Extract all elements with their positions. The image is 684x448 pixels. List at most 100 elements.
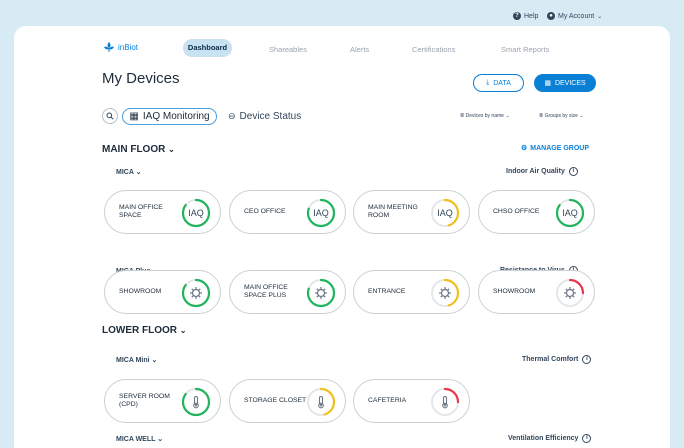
- device-name: SHOWROOM: [119, 288, 162, 296]
- gauge-label: IAQ: [562, 208, 578, 218]
- thermometer-icon: [180, 386, 212, 418]
- status-gauge: [429, 386, 461, 418]
- device-card[interactable]: MAIN MEETING ROOM IAQ: [353, 190, 470, 234]
- leaf-icon: [104, 42, 114, 52]
- tab-certifications[interactable]: Certifications: [412, 45, 455, 54]
- search-button[interactable]: [102, 108, 118, 124]
- account-label: My Account: [558, 12, 595, 20]
- sort-by-size[interactable]: ≣ Groups by size ⌄: [539, 113, 584, 119]
- virus-icon: [554, 277, 586, 309]
- status-gauge: IAQ: [180, 197, 212, 229]
- indicator-text: Thermal Comfort: [522, 356, 579, 363]
- manage-group-button[interactable]: ⚙ MANAGE GROUP: [521, 144, 590, 153]
- indicator-text: Indoor Air Quality: [506, 168, 565, 175]
- chevron-down-icon: ⌄: [597, 13, 603, 20]
- device-name: MAIN MEETING ROOM: [368, 204, 418, 219]
- gear-icon: ⚙: [521, 145, 528, 152]
- chevron-down-icon: ⌄: [168, 145, 175, 154]
- iaq-tab-label: IAQ Monitoring: [142, 111, 210, 122]
- main-panel: inBiot Dashboard Shareables Alerts Certi…: [14, 26, 670, 448]
- device-card[interactable]: MAIN OFFICE SPACE IAQ: [104, 190, 221, 234]
- device-name: CEO OFFICE: [244, 208, 286, 216]
- gauge-label: IAQ: [437, 208, 453, 218]
- inbiot-logo[interactable]: inBiot: [103, 41, 138, 53]
- device-card[interactable]: CEO OFFICE IAQ: [229, 190, 346, 234]
- sort-by-name[interactable]: ≣ Devices by name ⌄: [460, 113, 510, 119]
- device-card[interactable]: SERVER ROOM (CPD): [104, 379, 221, 423]
- status-gauge: IAQ: [554, 197, 586, 229]
- indicator-text: Ventilation Efficiency: [508, 435, 579, 442]
- tab-iaq-monitoring[interactable]: ▦ IAQ Monitoring: [122, 108, 217, 125]
- chevron-down-icon: ⌄: [179, 326, 187, 335]
- tab-alerts[interactable]: Alerts: [350, 45, 369, 54]
- device-card[interactable]: ENTRANCE: [353, 270, 470, 314]
- account-menu[interactable]: ● My Account ⌄: [547, 12, 602, 20]
- user-icon: ●: [547, 12, 555, 20]
- info-icon[interactable]: i: [568, 167, 578, 176]
- download-icon: ⤓: [486, 79, 490, 86]
- devices-button[interactable]: ▦ DEVICES: [534, 74, 596, 92]
- status-gauge: [554, 277, 586, 309]
- device-card[interactable]: CHSO OFFICE IAQ: [478, 190, 595, 234]
- tab-dashboard[interactable]: Dashboard: [183, 39, 232, 57]
- device-name: CHSO OFFICE: [493, 208, 540, 216]
- status-icon: ⊖: [228, 111, 236, 121]
- gauge-label: IAQ: [313, 208, 329, 218]
- tab-device-status[interactable]: ⊖ Device Status: [228, 109, 301, 124]
- virus-icon: [429, 277, 461, 309]
- status-gauge: [180, 386, 212, 418]
- thermometer-icon: [429, 386, 461, 418]
- group-main-floor[interactable]: MAIN FLOOR ⌄: [102, 144, 175, 155]
- devices-button-label: DEVICES: [554, 79, 586, 87]
- help-link[interactable]: ? Help: [513, 12, 538, 20]
- status-gauge: [305, 277, 337, 309]
- status-gauge: [305, 386, 337, 418]
- section-title: MICA WELL: [116, 436, 156, 443]
- device-name: CAFETERIA: [368, 397, 407, 405]
- group-title: MAIN FLOOR: [102, 144, 166, 155]
- tab-shareables[interactable]: Shareables: [269, 45, 307, 54]
- data-button-label: DATA: [493, 79, 511, 87]
- thermometer-icon: [305, 386, 337, 418]
- gauge-label: IAQ: [188, 208, 204, 218]
- indicator-label: Thermal Comfort i: [522, 355, 592, 364]
- help-icon: ?: [513, 12, 521, 20]
- device-card[interactable]: STORAGE CLOSET: [229, 379, 346, 423]
- indicator-label: Ventilation Efficiency i: [508, 434, 592, 443]
- manage-group-label: MANAGE GROUP: [530, 144, 590, 152]
- search-icon: [106, 112, 114, 120]
- page-title: My Devices: [102, 70, 180, 87]
- info-icon[interactable]: i: [582, 434, 592, 443]
- virus-icon: [180, 277, 212, 309]
- section-mica-well[interactable]: MICA WELL ⌄: [116, 435, 163, 443]
- grid-icon: ▦: [544, 80, 551, 87]
- section-mica-mini[interactable]: MICA Mini ⌄: [116, 356, 157, 364]
- device-card[interactable]: MAIN OFFICE SPACE PLUS: [229, 270, 346, 314]
- device-name: ENTRANCE: [368, 288, 406, 296]
- section-title: MICA Mini: [116, 357, 150, 364]
- status-gauge: IAQ: [429, 197, 461, 229]
- indicator-label: Indoor Air Quality i: [506, 167, 578, 176]
- sort-size-label: Groups by size: [544, 113, 578, 119]
- section-title: MICA: [116, 169, 134, 176]
- data-button[interactable]: ⤓ DATA: [473, 74, 524, 92]
- sort-name-label: Devices by name: [465, 113, 504, 119]
- help-label: Help: [524, 12, 539, 20]
- device-name: MAIN OFFICE SPACE: [119, 204, 163, 219]
- device-card[interactable]: CAFETERIA: [353, 379, 470, 423]
- grid-icon: ▦: [129, 111, 139, 122]
- status-gauge: IAQ: [305, 197, 337, 229]
- status-gauge: [429, 277, 461, 309]
- info-icon[interactable]: i: [582, 355, 592, 364]
- device-name: SERVER ROOM (CPD): [119, 393, 170, 408]
- group-title: LOWER FLOOR: [102, 325, 177, 336]
- tab-smart-reports[interactable]: Smart Reports: [501, 45, 549, 54]
- device-name: MAIN OFFICE SPACE PLUS: [244, 284, 288, 299]
- device-card[interactable]: SHOWROOM: [478, 270, 595, 314]
- group-lower-floor[interactable]: LOWER FLOOR ⌄: [102, 325, 186, 336]
- section-mica[interactable]: MICA ⌄: [116, 168, 141, 176]
- logo-text: inBiot: [118, 42, 139, 52]
- top-bar: ? Help ● My Account ⌄: [0, 8, 684, 28]
- virus-icon: [305, 277, 337, 309]
- device-card[interactable]: SHOWROOM: [104, 270, 221, 314]
